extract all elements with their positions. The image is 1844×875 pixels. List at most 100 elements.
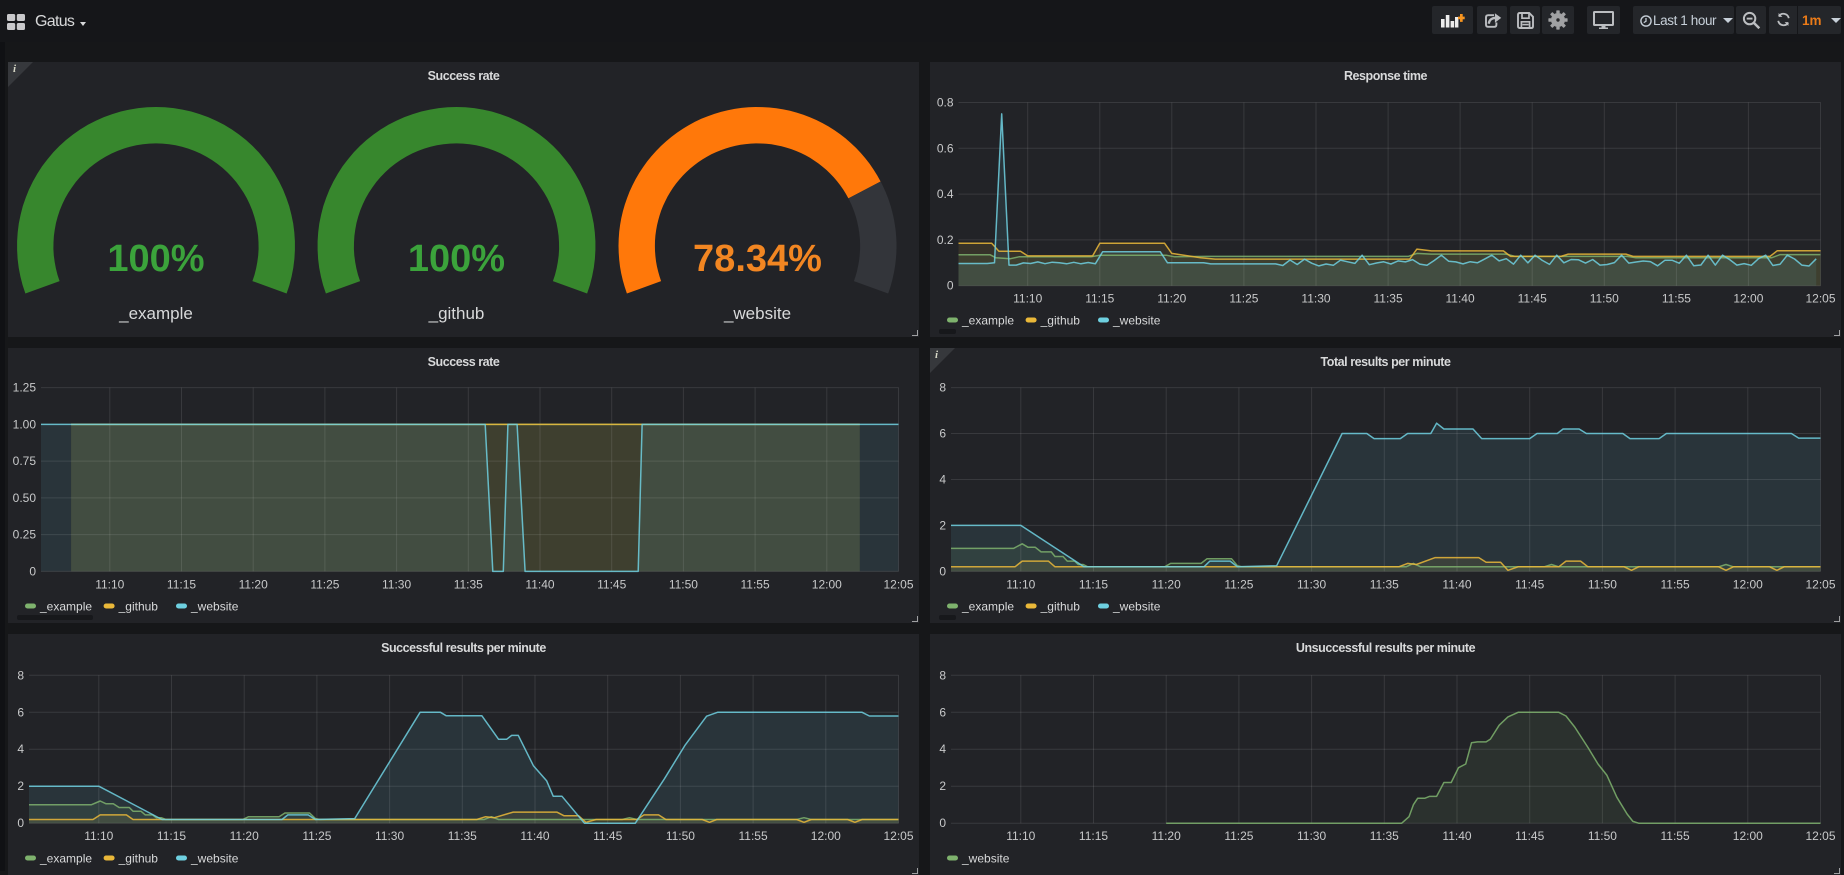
svg-text:11:40: 11:40 bbox=[1446, 292, 1475, 306]
svg-text:_website: _website bbox=[723, 304, 791, 323]
svg-text:2: 2 bbox=[17, 779, 24, 793]
svg-text:_example: _example bbox=[961, 314, 1014, 328]
svg-text:_github: _github bbox=[118, 852, 159, 866]
svg-text:12:05: 12:05 bbox=[1805, 829, 1835, 843]
svg-text:1.25: 1.25 bbox=[13, 381, 37, 395]
svg-text:11:10: 11:10 bbox=[1013, 292, 1042, 306]
svg-text:11:20: 11:20 bbox=[239, 577, 268, 591]
svg-text:0.8: 0.8 bbox=[937, 96, 954, 110]
svg-text:11:25: 11:25 bbox=[1224, 577, 1253, 591]
svg-text:_website: _website bbox=[190, 852, 239, 866]
svg-text:11:45: 11:45 bbox=[1515, 829, 1544, 843]
svg-text:11:20: 11:20 bbox=[230, 829, 259, 843]
svg-text:_example: _example bbox=[39, 600, 92, 614]
svg-text:0.50: 0.50 bbox=[13, 491, 37, 505]
svg-text:11:25: 11:25 bbox=[1229, 292, 1258, 306]
svg-text:0.25: 0.25 bbox=[13, 528, 37, 542]
svg-text:11:55: 11:55 bbox=[1661, 829, 1690, 843]
svg-text:2: 2 bbox=[939, 779, 946, 793]
svg-text:8: 8 bbox=[939, 381, 946, 395]
svg-text:11:30: 11:30 bbox=[1297, 577, 1326, 591]
svg-text:8: 8 bbox=[939, 668, 946, 682]
svg-text:11:55: 11:55 bbox=[741, 577, 770, 591]
svg-text:11:35: 11:35 bbox=[1370, 829, 1399, 843]
svg-text:4: 4 bbox=[17, 742, 24, 756]
svg-text:11:15: 11:15 bbox=[1085, 292, 1114, 306]
svg-text:0.2: 0.2 bbox=[937, 233, 954, 247]
svg-text:4: 4 bbox=[939, 742, 946, 756]
svg-text:0.75: 0.75 bbox=[13, 454, 37, 468]
svg-text:12:05: 12:05 bbox=[1805, 577, 1835, 591]
svg-text:11:45: 11:45 bbox=[1518, 292, 1547, 306]
svg-text:11:40: 11:40 bbox=[1442, 577, 1471, 591]
svg-text:_github: _github bbox=[1040, 600, 1081, 614]
svg-text:11:25: 11:25 bbox=[1224, 829, 1253, 843]
svg-text:11:15: 11:15 bbox=[1079, 577, 1108, 591]
svg-text:11:15: 11:15 bbox=[1079, 829, 1108, 843]
svg-text:_website: _website bbox=[961, 852, 1010, 866]
svg-text:11:20: 11:20 bbox=[1152, 829, 1181, 843]
svg-text:0: 0 bbox=[939, 816, 946, 830]
svg-text:11:10: 11:10 bbox=[84, 829, 113, 843]
svg-text:11:30: 11:30 bbox=[375, 829, 404, 843]
svg-text:0: 0 bbox=[939, 564, 946, 578]
svg-text:_website: _website bbox=[1112, 600, 1161, 614]
svg-text:11:35: 11:35 bbox=[1374, 292, 1403, 306]
svg-text:12:05: 12:05 bbox=[883, 829, 913, 843]
svg-text:0.6: 0.6 bbox=[937, 141, 954, 155]
svg-text:_example: _example bbox=[39, 852, 92, 866]
svg-text:2: 2 bbox=[939, 518, 946, 532]
svg-text:11:50: 11:50 bbox=[666, 829, 695, 843]
svg-text:11:25: 11:25 bbox=[302, 829, 331, 843]
svg-text:_github: _github bbox=[428, 304, 485, 323]
svg-text:11:40: 11:40 bbox=[1442, 829, 1471, 843]
svg-text:78.34%: 78.34% bbox=[693, 238, 822, 280]
svg-text:4: 4 bbox=[939, 473, 946, 487]
svg-text:11:45: 11:45 bbox=[593, 829, 622, 843]
svg-text:0: 0 bbox=[29, 564, 36, 578]
svg-text:0: 0 bbox=[947, 279, 954, 293]
svg-text:12:00: 12:00 bbox=[1733, 292, 1763, 306]
svg-text:_example: _example bbox=[961, 600, 1014, 614]
svg-text:12:05: 12:05 bbox=[1805, 292, 1835, 306]
svg-text:12:05: 12:05 bbox=[883, 577, 913, 591]
svg-text:11:45: 11:45 bbox=[1515, 577, 1544, 591]
svg-text:11:30: 11:30 bbox=[1297, 829, 1326, 843]
svg-text:11:15: 11:15 bbox=[167, 577, 196, 591]
svg-text:11:30: 11:30 bbox=[382, 577, 411, 591]
svg-text:11:10: 11:10 bbox=[1006, 577, 1035, 591]
svg-text:11:50: 11:50 bbox=[669, 577, 698, 591]
svg-text:1.00: 1.00 bbox=[13, 417, 37, 431]
svg-text:12:00: 12:00 bbox=[811, 829, 841, 843]
svg-text:_github: _github bbox=[118, 600, 159, 614]
svg-text:11:50: 11:50 bbox=[1590, 292, 1619, 306]
svg-text:100%: 100% bbox=[408, 238, 505, 280]
svg-text:11:30: 11:30 bbox=[1301, 292, 1330, 306]
svg-text:11:50: 11:50 bbox=[1588, 829, 1617, 843]
svg-text:11:55: 11:55 bbox=[1662, 292, 1691, 306]
svg-text:_website: _website bbox=[1112, 314, 1161, 328]
svg-text:100%: 100% bbox=[107, 238, 204, 280]
svg-text:11:10: 11:10 bbox=[1006, 829, 1035, 843]
svg-text:11:20: 11:20 bbox=[1157, 292, 1186, 306]
svg-text:12:00: 12:00 bbox=[812, 577, 842, 591]
svg-text:12:00: 12:00 bbox=[1733, 829, 1763, 843]
svg-text:11:35: 11:35 bbox=[448, 829, 477, 843]
svg-text:11:35: 11:35 bbox=[1370, 577, 1399, 591]
svg-text:0.4: 0.4 bbox=[937, 187, 954, 201]
svg-text:11:10: 11:10 bbox=[95, 577, 124, 591]
svg-text:12:00: 12:00 bbox=[1733, 577, 1763, 591]
svg-text:_github: _github bbox=[1040, 314, 1081, 328]
svg-text:11:25: 11:25 bbox=[310, 577, 339, 591]
svg-text:0: 0 bbox=[17, 816, 24, 830]
svg-text:11:55: 11:55 bbox=[739, 829, 768, 843]
svg-text:_website: _website bbox=[190, 600, 239, 614]
svg-text:6: 6 bbox=[939, 427, 946, 441]
svg-text:11:45: 11:45 bbox=[597, 577, 626, 591]
svg-text:11:20: 11:20 bbox=[1152, 577, 1181, 591]
svg-text:6: 6 bbox=[17, 705, 24, 719]
svg-text:11:15: 11:15 bbox=[157, 829, 186, 843]
svg-text:11:50: 11:50 bbox=[1588, 577, 1617, 591]
svg-text:11:40: 11:40 bbox=[525, 577, 554, 591]
svg-text:11:55: 11:55 bbox=[1661, 577, 1690, 591]
